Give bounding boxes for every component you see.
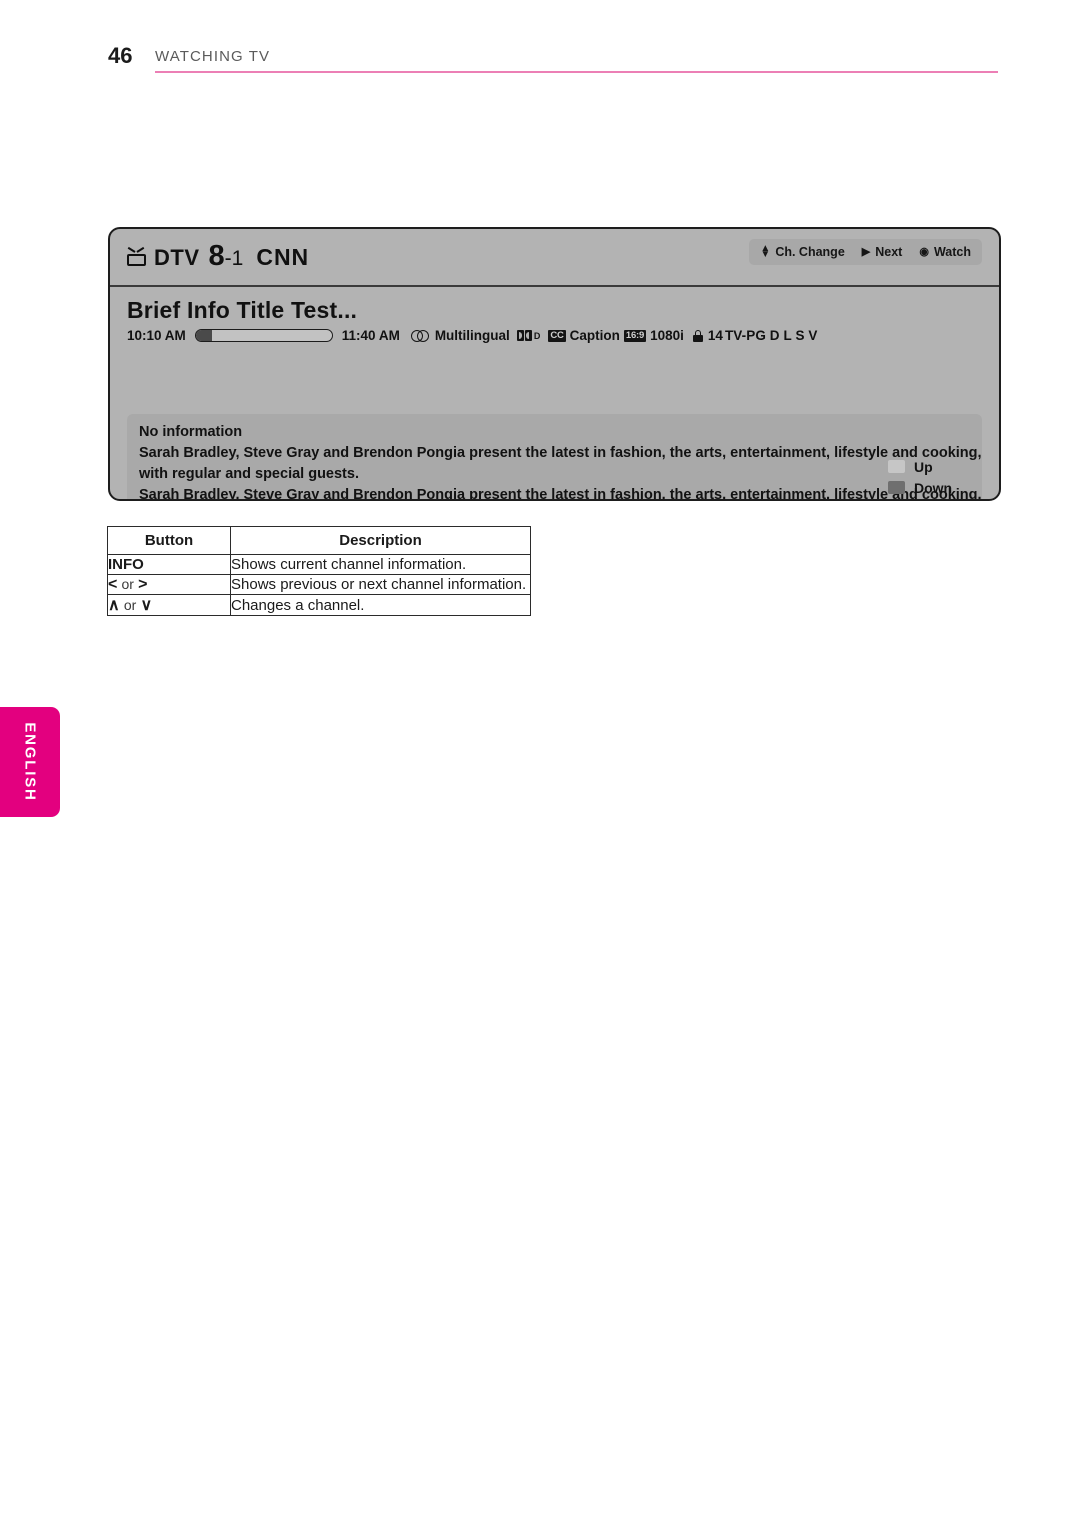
tv-icon xyxy=(127,246,146,266)
channel-minor-number: -1 xyxy=(224,247,244,270)
tv-osd-banner: DTV 8 -1 CNN ▲ ▼ Ch. Change ▶ Next ◉ Watc… xyxy=(108,227,1001,501)
up-arrow-glyph-icon: ∧ xyxy=(108,597,120,614)
page-section-title: WATCHING TV xyxy=(155,48,271,65)
channel-source-label: DTV xyxy=(154,245,200,270)
description-line: Sarah Bradley, Steve Gray and Brendon Po… xyxy=(139,487,982,501)
table-row: INFO Shows current channel information. xyxy=(107,554,531,575)
channel-callsign: CNN xyxy=(256,244,310,270)
program-title: Brief Info Title Test... xyxy=(127,297,358,323)
aspect-ratio-badge: 16:9 xyxy=(623,329,647,342)
description-line: Sarah Bradley, Steve Gray and Brendon Po… xyxy=(139,445,982,461)
language-tab-english: ENGLISH xyxy=(0,707,60,817)
table-cell-button: ∧ or ∨ xyxy=(107,594,231,616)
scroll-hint-down[interactable]: Down xyxy=(888,477,974,498)
or-conjunction: or xyxy=(123,597,137,613)
scroll-hint-up[interactable]: Up xyxy=(888,456,974,477)
left-arrow-glyph-icon: < xyxy=(108,575,118,593)
or-conjunction: or xyxy=(121,575,134,592)
audio-language-label: Multilingual xyxy=(434,328,510,343)
table-header-description: Description xyxy=(230,526,531,555)
right-arrow-glyph-icon: > xyxy=(138,575,148,593)
osd-key-hints: ▲ ▼ Ch. Change ▶ Next ◉ Watch xyxy=(749,239,982,265)
table-cell-description: Shows current channel information. xyxy=(230,554,531,575)
language-tab-label: ENGLISH xyxy=(21,722,39,802)
description-line: No information xyxy=(139,424,243,440)
key-hint-watch-label: Watch xyxy=(933,245,971,259)
scroll-down-swatch-icon xyxy=(888,481,905,494)
program-progress-bar xyxy=(194,329,333,342)
channel-major-number: 8 xyxy=(208,240,225,272)
table-cell-description: Shows previous or next channel informati… xyxy=(230,574,531,595)
osd-header-bar: DTV 8 -1 CNN ▲ ▼ Ch. Change ▶ Next ◉ Watc… xyxy=(110,229,999,287)
scroll-up-label: Up xyxy=(914,458,933,475)
key-hint-ch-change-label: Ch. Change xyxy=(775,245,845,259)
caption-label: Caption xyxy=(569,328,620,343)
page-header: 46 WATCHING TV xyxy=(108,42,998,74)
key-hint-next-label: Next xyxy=(875,245,903,259)
scroll-down-label: Down xyxy=(914,479,953,496)
program-description-panel: No information Sarah Bradley, Steve Gray… xyxy=(127,414,982,501)
key-hint-ch-change[interactable]: ▲ ▼ Ch. Change xyxy=(760,242,845,260)
stereo-audio-icon xyxy=(410,329,430,342)
program-meta-row: 10:10 AM 11:40 AM Multilingual D CC Capt… xyxy=(127,328,982,343)
closed-caption-badge: CC xyxy=(548,329,566,342)
lock-icon xyxy=(692,329,703,342)
description-line: with regular and special guests. xyxy=(139,466,359,482)
program-end-time: 11:40 AM xyxy=(341,328,400,343)
down-arrow-glyph-icon: ∨ xyxy=(140,597,153,614)
resolution-label: 1080i xyxy=(650,328,684,343)
scroll-hints: Up Down xyxy=(888,456,974,498)
scroll-up-swatch-icon xyxy=(888,460,905,473)
play-triangle-icon: ▶ xyxy=(861,245,871,258)
dolby-digital-icon: D xyxy=(516,330,540,341)
rating-age: 14 xyxy=(707,328,723,343)
osd-body: Brief Info Title Test... 10:10 AM 11:40 … xyxy=(110,287,999,499)
key-hint-watch[interactable]: ◉ Watch xyxy=(919,245,971,259)
page-number: 46 xyxy=(108,43,133,68)
up-down-arrows-icon: ▲ ▼ xyxy=(760,242,771,260)
header-divider xyxy=(155,71,998,73)
program-progress-fill xyxy=(195,330,213,341)
content-rating: TV-PG D L S V xyxy=(724,328,818,343)
table-cell-button: < or > xyxy=(107,574,231,595)
table-cell-button: INFO xyxy=(107,554,231,575)
button-description-table: Button Description INFO Shows current ch… xyxy=(107,526,531,616)
table-header-button: Button xyxy=(107,526,231,555)
table-row: ∧ or ∨ Changes a channel. xyxy=(107,594,531,616)
channel-identity: DTV 8 -1 CNN xyxy=(127,240,309,273)
table-header-row: Button Description xyxy=(107,526,531,555)
program-start-time: 10:10 AM xyxy=(127,328,186,343)
key-hint-next[interactable]: ▶ Next xyxy=(862,245,903,259)
table-cell-description: Changes a channel. xyxy=(230,594,531,616)
ok-circle-icon: ◉ xyxy=(919,245,929,258)
table-row: < or > Shows previous or next channel in… xyxy=(107,574,531,595)
